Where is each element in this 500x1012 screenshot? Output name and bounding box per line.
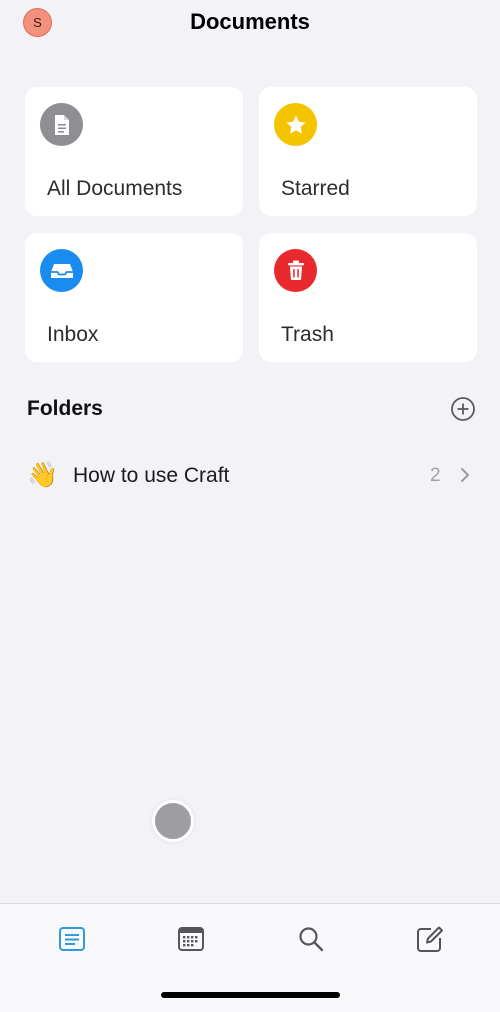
folders-heading: Folders — [27, 397, 103, 420]
card-label: Trash — [281, 323, 334, 346]
inbox-card[interactable]: Inbox — [25, 233, 243, 362]
folder-name: How to use Craft — [73, 464, 230, 487]
page-title: Documents — [190, 9, 310, 34]
calendar-icon[interactable] — [176, 924, 206, 954]
waving-hand-icon: 👋 — [27, 461, 59, 489]
starred-card[interactable]: Starred — [259, 87, 477, 216]
plus-circle-icon[interactable] — [450, 396, 476, 422]
floating-touch-indicator[interactable] — [152, 800, 194, 842]
inbox-tray-icon — [40, 249, 83, 292]
search-icon[interactable] — [296, 924, 326, 954]
document-icon — [40, 103, 83, 146]
documents-screen: S Documents All Documents Starred Inbox … — [0, 0, 500, 1012]
header: S Documents — [0, 0, 500, 50]
folder-count: 2 — [430, 465, 441, 486]
trash-icon — [274, 249, 317, 292]
trash-card[interactable]: Trash — [259, 233, 477, 362]
card-label: All Documents — [47, 177, 183, 200]
compose-icon[interactable] — [415, 924, 445, 954]
chevron-right-icon — [458, 465, 472, 485]
card-label: Starred — [281, 177, 350, 200]
home-indicator — [161, 992, 340, 998]
star-icon — [274, 103, 317, 146]
documents-tab-icon[interactable] — [57, 924, 87, 954]
card-label: Inbox — [47, 323, 99, 346]
folder-item[interactable]: 👋 How to use Craft 2 — [0, 450, 500, 502]
all-documents-card[interactable]: All Documents — [25, 87, 243, 216]
